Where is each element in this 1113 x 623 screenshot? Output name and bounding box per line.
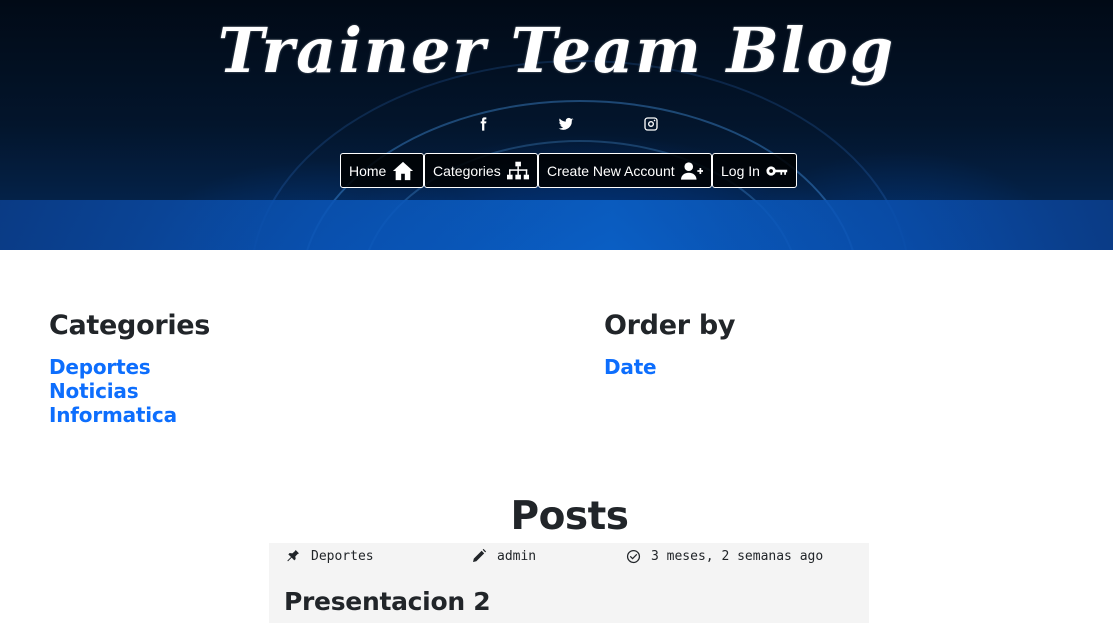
login-label: Log In (721, 162, 760, 179)
order-by-heading: Order by (604, 310, 736, 341)
instagram-icon[interactable] (641, 114, 661, 134)
create-account-button[interactable]: Create New Account (538, 153, 712, 188)
category-link-noticias[interactable]: Noticias (49, 379, 139, 403)
categories-heading: Categories (49, 310, 211, 341)
hero-header: Trainer Team Blog Home Categories Create… (0, 0, 1113, 250)
post-card[interactable]: Deportes admin 3 meses, 2 semanas ago Pr… (269, 543, 869, 623)
check-circle-icon (626, 549, 641, 563)
post-date: 3 meses, 2 semanas ago (626, 546, 823, 566)
user-plus-icon (680, 161, 703, 180)
posts-heading: Posts (510, 494, 629, 539)
post-author[interactable]: admin (471, 546, 536, 566)
pencil-icon (473, 548, 487, 562)
facebook-icon[interactable] (473, 114, 493, 134)
categories-button[interactable]: Categories (424, 153, 538, 188)
twitter-icon[interactable] (556, 114, 576, 134)
categories-label: Categories (433, 162, 501, 179)
post-author-label: admin (497, 548, 537, 564)
category-link-informatica[interactable]: Informatica (49, 403, 177, 427)
login-button[interactable]: Log In (712, 153, 797, 188)
main-nav: Home Categories Create New Account Log I… (340, 153, 797, 188)
order-by-date-link[interactable]: Date (604, 355, 657, 379)
key-icon (766, 165, 788, 176)
sitemap-icon (506, 161, 529, 179)
site-title[interactable]: Trainer Team Blog (0, 14, 1113, 87)
post-title[interactable]: Presentacion 2 (284, 587, 491, 616)
home-label: Home (349, 162, 387, 179)
post-category[interactable]: Deportes (285, 546, 374, 566)
create-account-label: Create New Account (547, 162, 675, 179)
home-icon (393, 161, 414, 180)
pin-icon (287, 550, 299, 562)
post-category-label: Deportes (311, 548, 374, 564)
category-link-deportes[interactable]: Deportes (49, 355, 151, 379)
post-date-label: 3 meses, 2 semanas ago (651, 548, 824, 564)
home-button[interactable]: Home (340, 153, 424, 188)
hero-band (0, 200, 1113, 250)
